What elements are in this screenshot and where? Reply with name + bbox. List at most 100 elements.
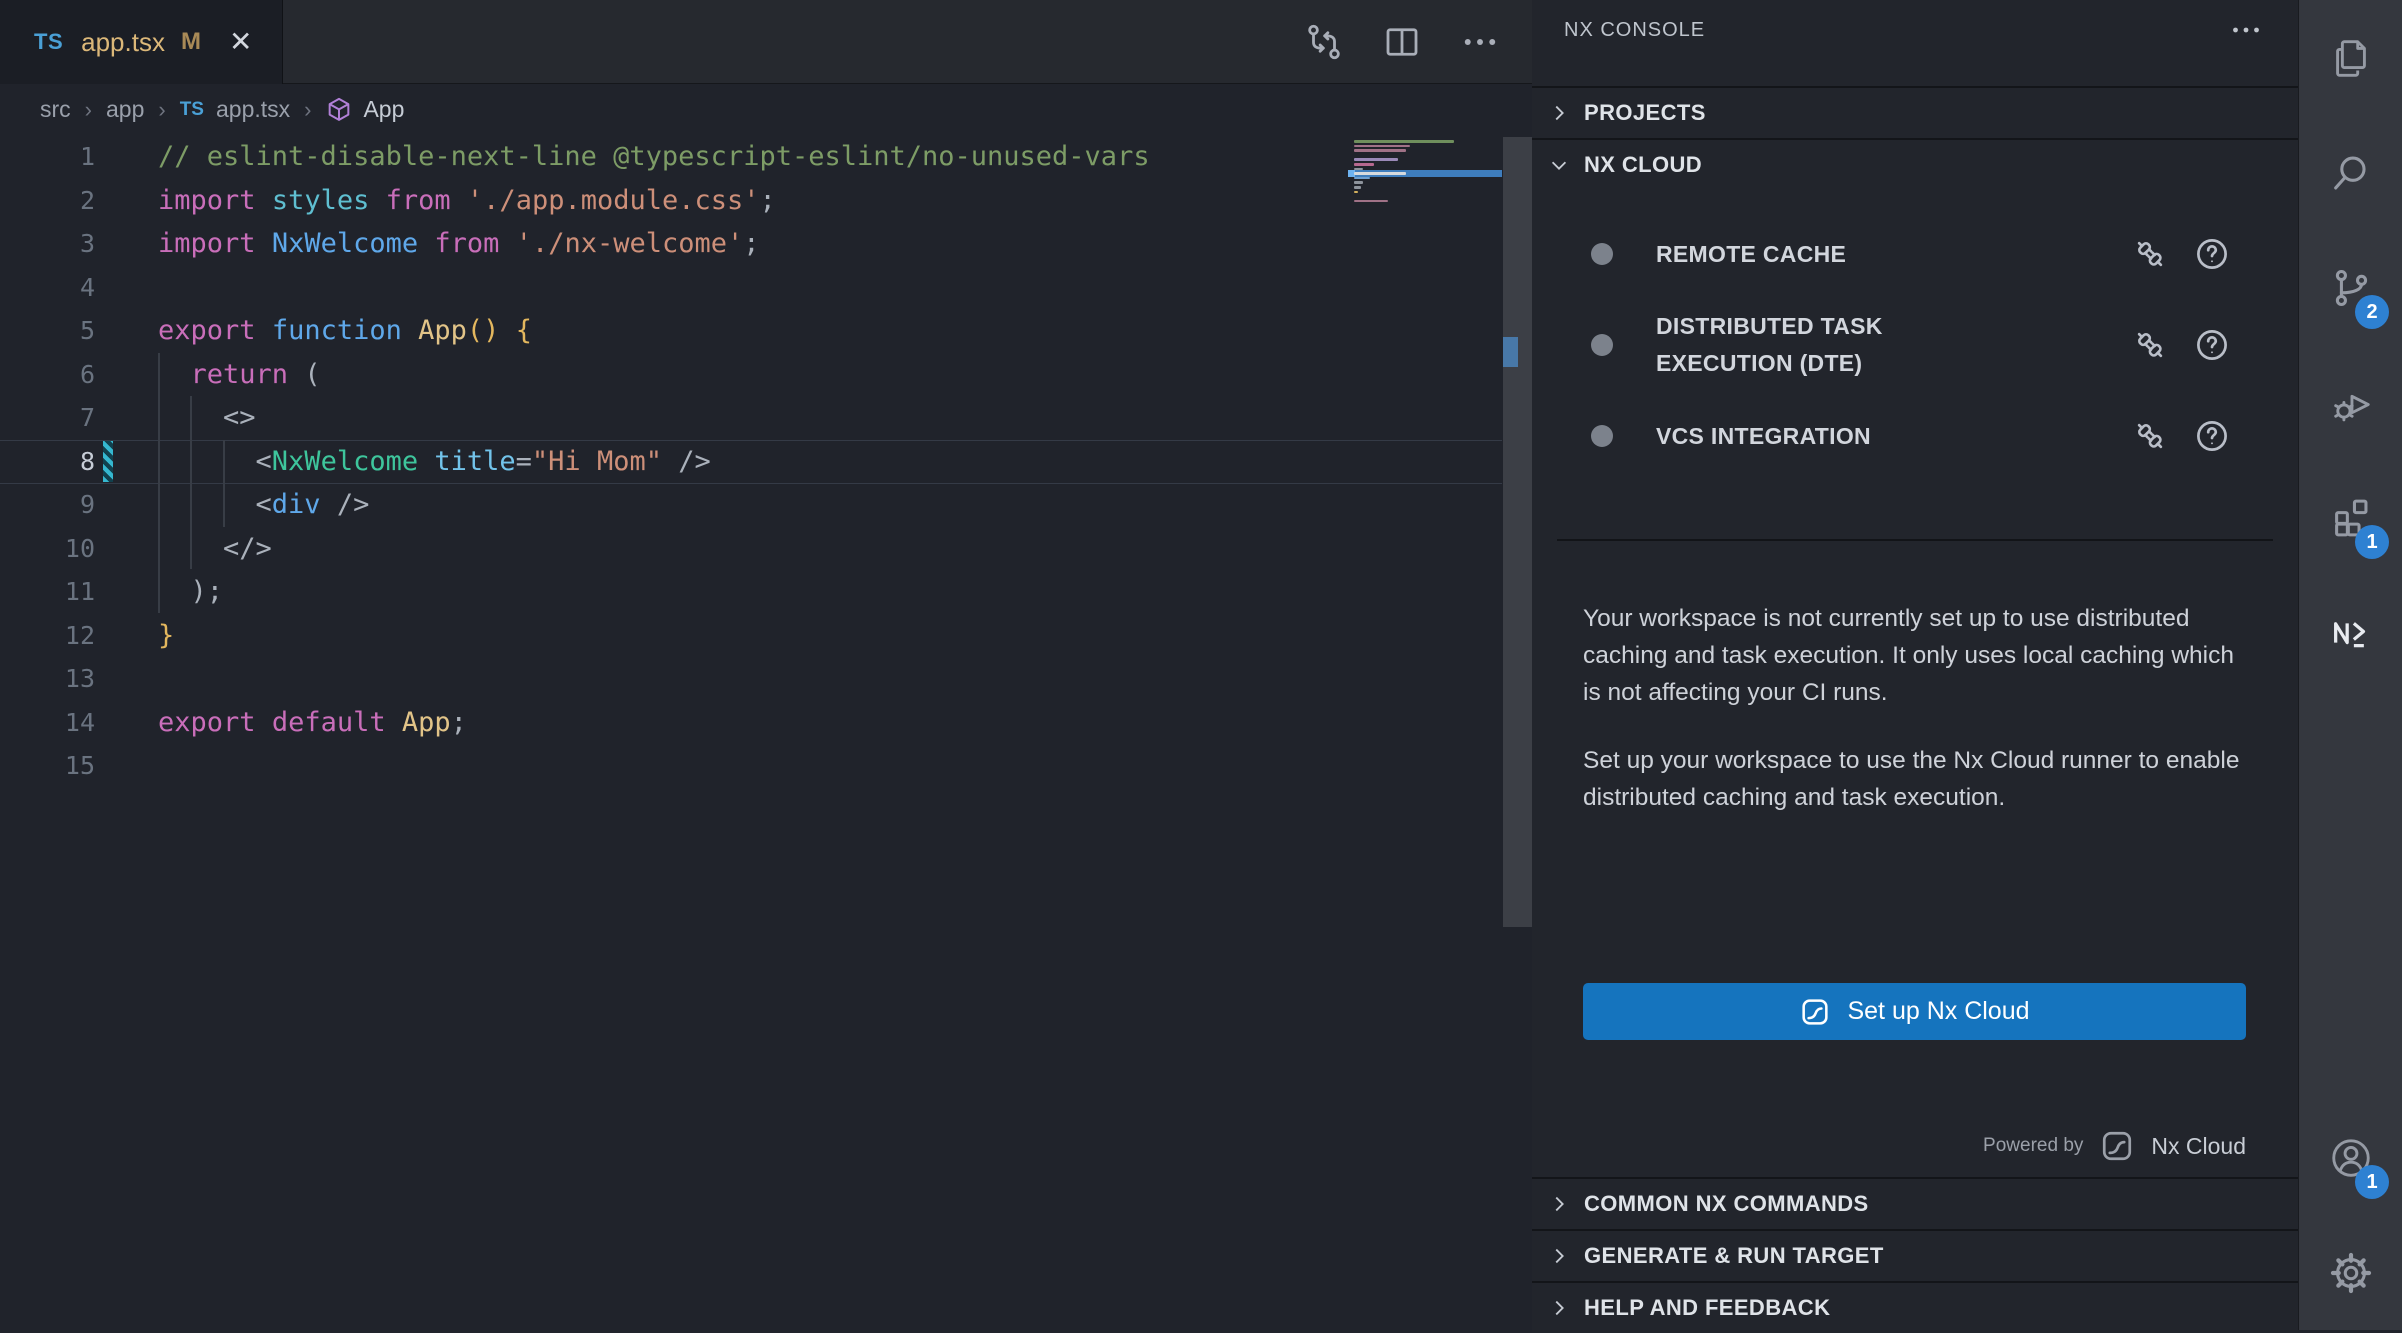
code-line[interactable]: 6 return ( [0, 353, 1532, 397]
panel-title-row: NX CONSOLE [1532, 0, 2298, 60]
nx-cloud-item-remote-cache[interactable]: REMOTE CACHE [1557, 222, 2273, 286]
line-number[interactable]: 11 [0, 577, 95, 606]
breadcrumb: src › app › TS app.tsx › App [0, 84, 1532, 135]
code-line[interactable]: 1// eslint-disable-next-line @typescript… [0, 135, 1532, 179]
explorer-icon[interactable] [2299, 0, 2402, 115]
code-text: <> [158, 402, 256, 433]
line-number[interactable]: 5 [0, 316, 95, 345]
line-number[interactable]: 12 [0, 621, 95, 650]
open-changes-icon[interactable] [1302, 20, 1346, 64]
gutter [95, 222, 158, 266]
line-number[interactable]: 3 [0, 229, 95, 258]
breadcrumb-symbol-app[interactable]: App [363, 96, 404, 123]
description-paragraph: Your workspace is not currently set up t… [1583, 600, 2253, 711]
code-text: } [158, 620, 174, 651]
help-question-icon[interactable] [2192, 325, 2232, 365]
run-debug-icon[interactable] [2299, 345, 2402, 460]
line-number[interactable]: 15 [0, 751, 95, 780]
section-nx-cloud[interactable]: NX CLOUD [1532, 138, 2298, 190]
code-line[interactable]: 3import NxWelcome from './nx-welcome'; [0, 222, 1532, 266]
more-actions-icon[interactable] [1458, 20, 1502, 64]
status-dot-icon [1591, 243, 1613, 265]
code-editor[interactable]: 1// eslint-disable-next-line @typescript… [0, 135, 1532, 788]
connect-plug-icon[interactable] [2130, 325, 2170, 365]
line-number[interactable]: 13 [0, 664, 95, 693]
gutter [95, 657, 158, 701]
help-question-icon[interactable] [2192, 234, 2232, 274]
line-number[interactable]: 9 [0, 490, 95, 519]
symbol-cube-icon [325, 96, 353, 124]
code-line[interactable]: 13 [0, 657, 1532, 701]
extensions-icon[interactable]: 1 [2299, 460, 2402, 575]
code-line[interactable]: 9 <div /> [0, 483, 1532, 527]
gutter [95, 396, 158, 440]
breadcrumb-file[interactable]: app.tsx [216, 96, 290, 123]
split-editor-icon[interactable] [1380, 20, 1424, 64]
code-text: return ( [158, 359, 321, 390]
chevron-right-icon [1548, 1245, 1570, 1267]
gutter [95, 266, 158, 310]
gutter [95, 701, 158, 745]
code-line[interactable]: 8 <NxWelcome title="Hi Mom" /> [0, 440, 1532, 484]
tab-app-tsx[interactable]: TS app.tsx M ✕ [0, 0, 283, 84]
section-generate-run-target[interactable]: GENERATE & RUN TARGET [1532, 1229, 2298, 1281]
connect-plug-icon[interactable] [2130, 234, 2170, 274]
nx-console-icon[interactable] [2299, 575, 2402, 690]
help-question-icon[interactable] [2192, 416, 2232, 456]
breadcrumb-app[interactable]: app [106, 96, 144, 123]
setup-nx-cloud-button[interactable]: Set up Nx Cloud [1583, 983, 2246, 1040]
nx-cloud-item-vcs-integration[interactable]: VCS INTEGRATION [1557, 404, 2273, 468]
section-label: PROJECTS [1584, 100, 1706, 126]
code-text: <div /> [158, 489, 369, 520]
code-line[interactable]: 15 [0, 744, 1532, 788]
code-line[interactable]: 5export function App() { [0, 309, 1532, 353]
breadcrumb-src[interactable]: src [40, 96, 71, 123]
nx-console-panel: NX CONSOLE PROJECTS NX CLOUD REMOTE CACH… [1532, 0, 2298, 1330]
chevron-right-icon [1548, 1297, 1570, 1319]
line-number[interactable]: 10 [0, 534, 95, 563]
code-line[interactable]: 11 ); [0, 570, 1532, 614]
nx-cloud-item-dte[interactable]: DISTRIBUTED TASK EXECUTION (DTE) [1557, 292, 2273, 398]
line-number[interactable]: 6 [0, 360, 95, 389]
code-line[interactable]: 4 [0, 266, 1532, 310]
code-line[interactable]: 10 </> [0, 527, 1532, 571]
section-help-and-feedback[interactable]: HELP AND FEEDBACK [1532, 1281, 2298, 1333]
minimap[interactable] [1348, 139, 1502, 208]
chevron-right-icon [1548, 102, 1570, 124]
code-text: </> [158, 533, 272, 564]
connect-plug-icon[interactable] [2130, 416, 2170, 456]
gutter [95, 179, 158, 223]
typescript-file-icon: TS [180, 99, 204, 121]
nx-cloud-logo-icon [2099, 1128, 2135, 1164]
gutter [95, 440, 158, 484]
gutter [95, 527, 158, 571]
settings-gear-icon[interactable] [2299, 1215, 2402, 1330]
search-icon[interactable] [2299, 115, 2402, 230]
tab-close-icon[interactable]: ✕ [229, 28, 252, 56]
line-number[interactable]: 2 [0, 186, 95, 215]
typescript-file-icon: TS [34, 29, 63, 55]
chevron-right-icon [1548, 1193, 1570, 1215]
panel-more-actions-icon[interactable] [2224, 14, 2268, 46]
source-control-icon[interactable]: 2 [2299, 230, 2402, 345]
section-projects[interactable]: PROJECTS [1532, 86, 2298, 138]
status-dot-icon [1591, 334, 1613, 356]
breadcrumb-separator: › [158, 97, 165, 123]
powered-by-label: Powered by [1983, 1135, 2083, 1157]
code-line[interactable]: 7 <> [0, 396, 1532, 440]
code-line[interactable]: 12} [0, 614, 1532, 658]
line-number[interactable]: 8 [0, 447, 95, 476]
section-common-nx-commands[interactable]: COMMON NX COMMANDS [1532, 1177, 2298, 1229]
description-paragraph: Set up your workspace to use the Nx Clou… [1583, 742, 2253, 816]
line-number[interactable]: 7 [0, 403, 95, 432]
powered-by: Powered by Nx Cloud [1983, 1118, 2246, 1174]
item-label: REMOTE CACHE [1656, 236, 1846, 273]
accounts-icon[interactable]: 1 [2299, 1100, 2402, 1215]
line-number[interactable]: 4 [0, 273, 95, 302]
line-number[interactable]: 14 [0, 708, 95, 737]
code-line[interactable]: 14export default App; [0, 701, 1532, 745]
code-line[interactable]: 2import styles from './app.module.css'; [0, 179, 1532, 223]
line-number[interactable]: 1 [0, 142, 95, 171]
item-label: DISTRIBUTED TASK EXECUTION (DTE) [1656, 308, 1966, 382]
powered-by-brand[interactable]: Nx Cloud [2151, 1133, 2246, 1160]
